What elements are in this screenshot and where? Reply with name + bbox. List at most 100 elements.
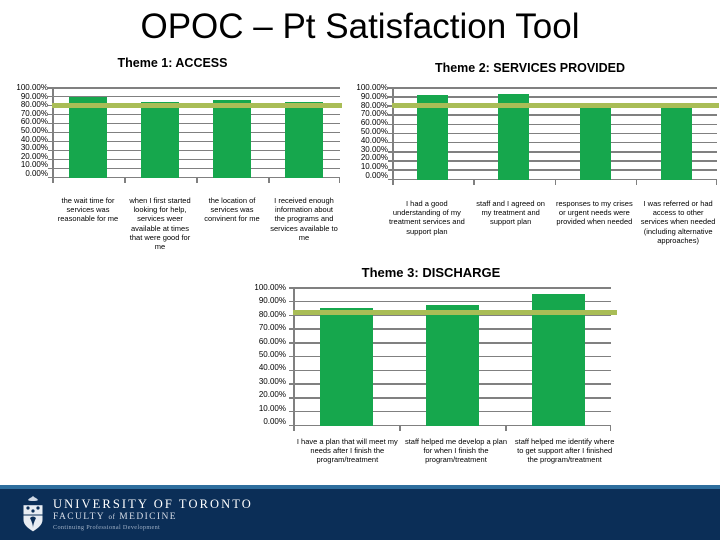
x-axis-category-label: the location of services was convinent f…: [204, 196, 260, 224]
x-axis-category-label: responses to my crises or urgent needs w…: [556, 199, 633, 227]
uoft-line-cpd: Continuing Professional Development: [53, 524, 161, 531]
uoft-line-university: UNIVERSITY OF TORONTO: [53, 497, 253, 511]
y-tick-label: 0.00%: [25, 168, 48, 178]
page-title: OPOC – Pt Satisfaction Tool: [140, 7, 580, 46]
y-tick-label: 100.00%: [356, 83, 388, 92]
x-axis-tick: [473, 180, 475, 185]
x-axis-tick: [392, 180, 394, 185]
footer-bar: UNIVERSITY OF TORONTO FACULTY of MEDICIN…: [0, 485, 720, 540]
x-axis-tick: [609, 426, 611, 431]
y-tick-label: 40.00%: [360, 135, 388, 145]
chart-theme2: Theme 2: SERVICES PROVIDED 100.00% 90.00%…: [340, 56, 720, 296]
y-axis-tick: [388, 141, 392, 144]
y-tick-label: 70.00%: [360, 109, 388, 119]
y-tick-label: 50.00%: [258, 349, 286, 359]
footer-top-stripe: [0, 485, 720, 489]
uoft-faculty-word: FACULTY: [53, 512, 105, 522]
x-axis-tick: [715, 180, 717, 185]
y-tick-label: 30.00%: [258, 376, 286, 386]
y-axis-tick: [48, 131, 52, 134]
y-tick-label: 50.00%: [360, 126, 388, 136]
bar: [285, 101, 323, 178]
y-tick-label: 30.00%: [360, 144, 388, 154]
bar: [319, 307, 373, 426]
x-axis-category-label: I had a good understanding of my treatme…: [388, 199, 465, 236]
y-tick-label: 40.00%: [258, 363, 286, 373]
uoft-of-word: of: [108, 513, 116, 521]
target-line: [392, 103, 719, 109]
y-axis-tick: [388, 123, 392, 126]
x-axis-category-label: I have a plan that will meet my needs af…: [296, 437, 398, 465]
chart-theme1-title: Theme 1: ACCESS: [117, 56, 228, 70]
uoft-wordmark: UNIVERSITY OF TORONTO FACULTY of MEDICIN…: [53, 497, 253, 532]
y-tick-label: 90.00%: [258, 296, 286, 306]
y-axis-tick: [48, 87, 52, 89]
bar: [579, 103, 611, 180]
gridline: [52, 87, 340, 89]
y-axis-tick: [289, 342, 293, 344]
chart-theme2-plot-area: 100.00% 90.00% 80.00% 70.00% 60.00% 50.00% 40.…: [340, 84, 720, 195]
y-axis-tick: [289, 397, 293, 399]
y-tick-label: 0.00%: [365, 170, 388, 180]
x-axis-tick: [635, 180, 638, 185]
y-axis-tick: [289, 314, 293, 316]
y-tick-label: 50.00%: [20, 125, 48, 135]
chart-theme3-plot-area: 100.00% 90.00% 80.00% 70.00% 60.00% 50.00% 40.…: [236, 284, 620, 437]
target-line: [52, 102, 342, 108]
target-line: [293, 309, 617, 315]
chart-theme3-y-axis: 100.00% 90.00% 80.00% 70.00% 60.00% 50.00% 40.…: [236, 284, 286, 426]
y-axis-tick: [388, 151, 392, 153]
bar: [213, 99, 251, 178]
x-axis-tick: [196, 178, 198, 183]
y-axis-tick: [48, 95, 52, 98]
y-tick-label: 100.00%: [16, 83, 48, 92]
uoft-medicine-word: MEDICINE: [119, 512, 177, 522]
y-tick-label: 20.00%: [360, 153, 388, 163]
x-axis-category-label: the wait time for services was reasonabl…: [57, 196, 119, 224]
x-axis-category-label: staff helped me identify where to get su…: [514, 437, 615, 465]
y-axis-tick: [388, 132, 392, 135]
chart-theme2-y-axis: 100.00% 90.00% 80.00% 70.00% 60.00% 50.00% 40.…: [344, 84, 388, 180]
x-axis-category-label: staff and I agreed on my treatment and s…: [476, 199, 545, 227]
x-axis-tick: [399, 426, 401, 431]
y-tick-label: 60.00%: [258, 336, 286, 346]
chart-theme1-plot-area: 100.00% 90.00% 80.00% 70.00% 60.00% 50.00% 40.…: [0, 84, 345, 192]
y-tick-label: 0.00%: [263, 416, 286, 426]
chart-theme2-x-axis-labels: I had a good understanding of my treatme…: [385, 199, 720, 245]
y-tick-label: 10.00%: [258, 403, 286, 413]
y-axis-tick: [289, 383, 293, 385]
chart-theme1: Theme 1: ACCESS 100.00% 90.00% 80.00% 70.00…: [0, 56, 345, 286]
y-tick-label: 30.00%: [20, 143, 48, 153]
y-axis-tick: [289, 300, 293, 303]
x-axis-category-label: staff helped me develop a plan for when …: [404, 437, 507, 465]
y-tick-label: 90.00%: [360, 91, 388, 101]
chart-theme3-title: Theme 3: DISCHARGE: [361, 265, 501, 280]
bar: [69, 97, 107, 178]
y-tick-label: 80.00%: [20, 100, 48, 110]
y-tick-label: 70.00%: [258, 323, 286, 333]
chart-theme1-y-axis: 100.00% 90.00% 80.00% 70.00% 60.00% 50.00% 40.…: [4, 84, 48, 178]
x-axis-category-label: when I first started looking for help, s…: [129, 196, 191, 252]
bar: [660, 106, 692, 180]
y-axis-tick: [289, 328, 293, 330]
y-axis-tick: [388, 160, 392, 162]
chart-theme2-plot: [388, 87, 719, 185]
y-tick-label: 60.00%: [360, 118, 388, 128]
uoft-crest-icon: [18, 495, 48, 535]
y-axis-tick: [388, 87, 392, 89]
x-axis-tick: [52, 178, 54, 183]
y-axis-tick: [48, 122, 52, 125]
y-tick-label: 80.00%: [360, 100, 388, 110]
y-axis-tick: [289, 355, 293, 358]
x-axis-tick: [554, 180, 556, 185]
x-axis-tick: [268, 178, 270, 183]
y-axis-tick: [48, 113, 52, 116]
x-axis-tick: [293, 426, 295, 431]
bar: [425, 305, 479, 426]
x-axis-tick: [124, 178, 126, 183]
y-axis-tick: [388, 96, 392, 98]
x-axis-category-label: I was referred or had access to other se…: [640, 199, 716, 245]
chart-theme1-plot: [48, 87, 342, 183]
gridline: [392, 87, 717, 89]
chart-theme3-plot: [289, 287, 617, 431]
